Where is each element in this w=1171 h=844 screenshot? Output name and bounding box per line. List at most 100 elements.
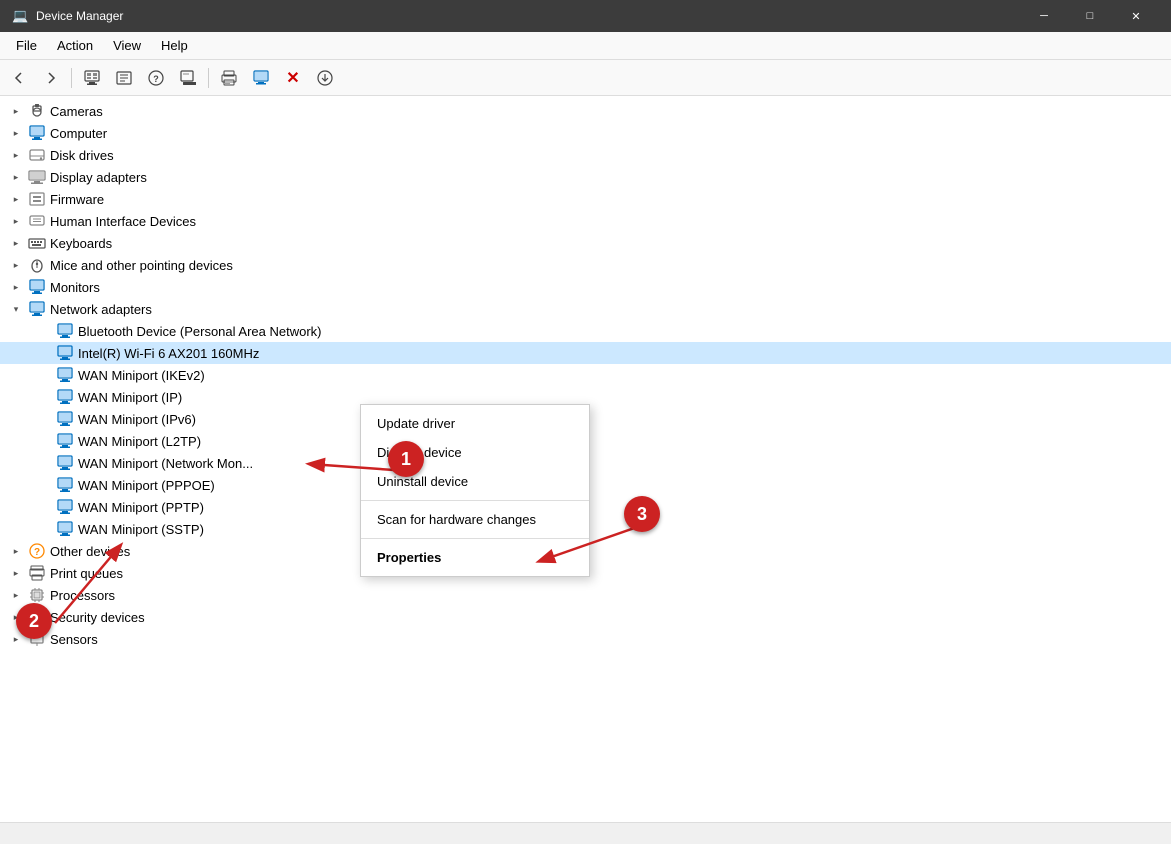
device-icon-network-adapters <box>28 300 46 318</box>
menu-file[interactable]: File <box>6 34 47 57</box>
tree-item-firmware[interactable]: Firmware <box>0 188 1171 210</box>
item-label-other-devices: Other devices <box>50 544 130 559</box>
device-icon-wan-l2tp <box>56 432 74 450</box>
context-menu: Update driverDisable deviceUninstall dev… <box>360 404 590 577</box>
expand-icon-cameras <box>8 103 24 119</box>
item-label-wan-ikev2: WAN Miniport (IKEv2) <box>78 368 205 383</box>
device-icon-bluetooth <box>56 322 74 340</box>
item-label-monitors: Monitors <box>50 280 100 295</box>
context-item-update-driver[interactable]: Update driver <box>361 409 589 438</box>
minimize-button[interactable]: ─ <box>1021 0 1067 32</box>
item-label-wan-netmon: WAN Miniport (Network Mon... <box>78 456 253 471</box>
item-label-display-adapters: Display adapters <box>50 170 147 185</box>
device-icon-wan-ikev2 <box>56 366 74 384</box>
context-separator-separator2 <box>361 538 589 539</box>
title-bar: 💻 Device Manager ─ □ ✕ <box>0 0 1171 32</box>
properties-list-button[interactable] <box>109 64 139 92</box>
close-button[interactable]: ✕ <box>1113 0 1159 32</box>
expand-icon-keyboards <box>8 235 24 251</box>
tree-item-computer[interactable]: Computer <box>0 122 1171 144</box>
item-label-computer: Computer <box>50 126 107 141</box>
device-icon-wan-pptp <box>56 498 74 516</box>
toolbar: ? ✕ <box>0 60 1171 96</box>
item-label-cameras: Cameras <box>50 104 103 119</box>
forward-button[interactable] <box>36 64 66 92</box>
expand-icon-print-queues <box>8 565 24 581</box>
menu-help[interactable]: Help <box>151 34 198 57</box>
tree-item-intel-wifi[interactable]: Intel(R) Wi-Fi 6 AX201 160MHz <box>0 342 1171 364</box>
item-label-wan-pptp: WAN Miniport (PPTP) <box>78 500 204 515</box>
device-icon-disk-drives <box>28 146 46 164</box>
tree-item-disk-drives[interactable]: Disk drives <box>0 144 1171 166</box>
context-item-properties[interactable]: Properties <box>361 543 589 572</box>
svg-text:?: ? <box>153 74 159 84</box>
tree-item-network-adapters[interactable]: Network adapters <box>0 298 1171 320</box>
device-icon-wan-netmon <box>56 454 74 472</box>
svg-text:?: ? <box>34 547 40 558</box>
menu-view[interactable]: View <box>103 34 151 57</box>
tree-item-monitors[interactable]: Monitors <box>0 276 1171 298</box>
item-label-disk-drives: Disk drives <box>50 148 114 163</box>
context-item-scan-hardware[interactable]: Scan for hardware changes <box>361 505 589 534</box>
help-button[interactable]: ? <box>141 64 171 92</box>
tree-item-cameras[interactable]: Cameras <box>0 100 1171 122</box>
tree-item-keyboards[interactable]: Keyboards <box>0 232 1171 254</box>
back-button[interactable] <box>4 64 34 92</box>
device-icon-other-devices: ? <box>28 542 46 560</box>
maximize-button[interactable]: □ <box>1067 0 1113 32</box>
expand-icon-processors <box>8 587 24 603</box>
device-icon-computer <box>28 124 46 142</box>
tree-item-mice[interactable]: Mice and other pointing devices <box>0 254 1171 276</box>
status-bar <box>0 822 1171 844</box>
remove-button[interactable]: ✕ <box>278 64 308 92</box>
device-icon-mice <box>28 256 46 274</box>
device-icon-intel-wifi <box>56 344 74 362</box>
expand-icon-display-adapters <box>8 169 24 185</box>
item-label-mice: Mice and other pointing devices <box>50 258 233 273</box>
toolbar-sep-2 <box>208 68 209 88</box>
menu-action[interactable]: Action <box>47 34 103 57</box>
item-label-keyboards: Keyboards <box>50 236 112 251</box>
title-bar-controls: ─ □ ✕ <box>1021 0 1159 32</box>
tree-item-display-adapters[interactable]: Display adapters <box>0 166 1171 188</box>
tree-item-hid[interactable]: Human Interface Devices <box>0 210 1171 232</box>
expand-icon-hid <box>8 213 24 229</box>
device-icon-wan-ip <box>56 388 74 406</box>
tree-item-bluetooth[interactable]: Bluetooth Device (Personal Area Network) <box>0 320 1171 342</box>
print-button[interactable] <box>214 64 244 92</box>
expand-icon-mice <box>8 257 24 273</box>
item-label-wan-ip: WAN Miniport (IP) <box>78 390 182 405</box>
device-icon-wan-sstp <box>56 520 74 538</box>
annotation-2: 2 <box>16 603 52 639</box>
item-label-hid: Human Interface Devices <box>50 214 196 229</box>
item-label-wan-sstp: WAN Miniport (SSTP) <box>78 522 204 537</box>
device-manager-view-button[interactable] <box>77 64 107 92</box>
tree-item-sensors[interactable]: Sensors <box>0 628 1171 650</box>
window-title: Device Manager <box>36 9 123 23</box>
expand-icon-computer <box>8 125 24 141</box>
tree-item-wan-ikev2[interactable]: WAN Miniport (IKEv2) <box>0 364 1171 386</box>
annotation-3: 3 <box>624 496 660 532</box>
device-icon-print-queues <box>28 564 46 582</box>
device-icon-keyboards <box>28 234 46 252</box>
item-label-bluetooth: Bluetooth Device (Personal Area Network) <box>78 324 322 339</box>
main-content: Cameras Computer Disk drives Display adapte… <box>0 96 1171 822</box>
item-label-network-adapters: Network adapters <box>50 302 152 317</box>
device-icon-firmware <box>28 190 46 208</box>
item-label-wan-pppoe: WAN Miniport (PPPOE) <box>78 478 215 493</box>
app-icon: 💻 <box>12 8 28 24</box>
context-separator-separator1 <box>361 500 589 501</box>
item-label-sensors: Sensors <box>50 632 98 647</box>
item-label-print-queues: Print queues <box>50 566 123 581</box>
monitor-button[interactable] <box>246 64 276 92</box>
tree-item-processors[interactable]: Processors <box>0 584 1171 606</box>
device-icon-processors <box>28 586 46 604</box>
device-install-button[interactable] <box>173 64 203 92</box>
item-label-wan-l2tp: WAN Miniport (L2TP) <box>78 434 201 449</box>
device-icon-monitors <box>28 278 46 296</box>
device-icon-cameras <box>28 102 46 120</box>
annotation-1: 1 <box>388 441 424 477</box>
download-button[interactable] <box>310 64 340 92</box>
tree-item-security-devices[interactable]: Security devices <box>0 606 1171 628</box>
item-label-wan-ipv6: WAN Miniport (IPv6) <box>78 412 196 427</box>
